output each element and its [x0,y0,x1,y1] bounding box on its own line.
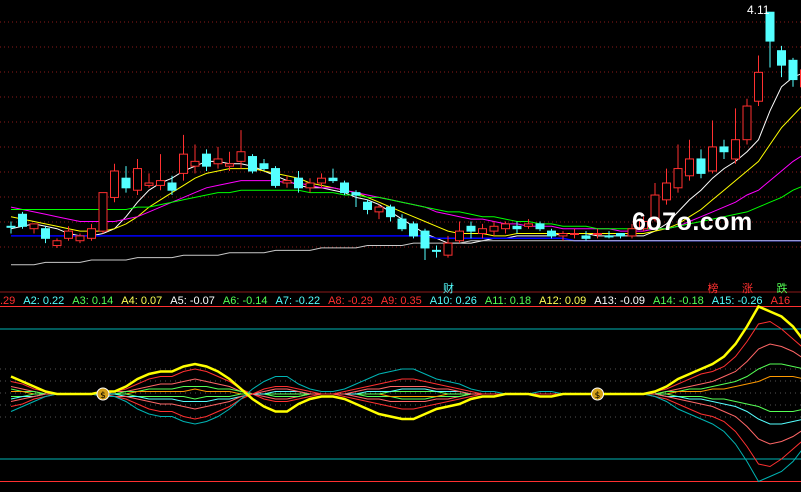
candle [616,233,625,237]
candle [236,151,246,162]
candle [708,146,717,172]
candle [696,158,706,174]
candle [455,230,464,242]
indicator-line [10,304,801,421]
legend-item-a3: A3: 0.14 [72,295,114,307]
legend-item-a16: A16 [770,295,791,307]
candle [558,233,568,237]
candle [6,225,16,228]
indicator-line [10,368,801,483]
candle [110,170,119,198]
indicator-tag: 跌 [776,282,788,295]
legend-item-a13: A13: -0.09 [594,295,646,307]
indicator-line [10,378,801,468]
candle [547,230,556,237]
candle [167,182,177,191]
candle [202,153,211,167]
candle [420,230,430,249]
money-bag-label: $ [595,391,601,401]
legend-item-a6: A6: -0.14 [222,295,268,307]
candle [179,153,188,174]
candle [282,180,292,184]
candle [512,225,522,230]
high-price-label: 4.11 [747,3,770,17]
candle [570,233,579,236]
candle [294,177,303,189]
candle [52,240,62,247]
ma-line [11,240,801,266]
candle [340,182,349,194]
legend-item-a5: A5: -0.07 [170,295,215,307]
candle [317,177,326,184]
candle [443,242,453,256]
candle [685,158,694,177]
candle [673,168,683,189]
candle [259,163,269,170]
candle [75,235,85,242]
candle [604,235,614,238]
candle [777,50,786,66]
candle [662,182,671,201]
legend-item-a2: A2: 0.22 [23,295,65,307]
candle [41,228,50,239]
candle [593,233,602,236]
candle [351,192,361,196]
indicator-line [10,320,801,410]
indicator-tag: 涨 [742,282,753,295]
candle [489,225,499,232]
candle [29,223,39,230]
candle [788,59,798,81]
candle [386,206,395,218]
watermark-text: 6o7o.com [632,208,753,236]
legend-item-a1: .29 [0,295,16,307]
candle [156,180,165,186]
candle [535,223,545,230]
legend-item-a8: A8: -0.29 [328,295,373,307]
candle [478,228,487,235]
candle [409,223,418,237]
indicator-tag: 榜 [707,282,719,295]
candle [213,158,223,165]
candle [328,177,338,182]
candle [87,228,96,239]
candle [190,160,200,167]
candle [466,225,476,232]
candle [98,192,108,232]
candle [524,223,533,227]
candle [271,168,280,186]
chart-canvas: $ $ [0,11,801,483]
indicator-legend: .29 A2: 0.22 A3: 0.14 A4: 0.07 A5: -0.07 A6: … [0,295,801,311]
candle [742,105,752,141]
candle [731,139,740,160]
candle [501,223,510,230]
candle [305,182,315,189]
candle [121,177,131,189]
candle [581,235,591,239]
candle [719,146,729,153]
legend-item-a4: A4: 0.07 [121,295,163,307]
candle [363,201,372,210]
legend-item-a15: A15: -0.26 [711,295,763,307]
legend-item-a7: A7: -0.22 [275,295,321,307]
legend-item-a11: A11: 0.18 [484,295,532,307]
candle [225,163,234,167]
candle [397,218,407,230]
candle [754,71,763,102]
legend-item-a10: A10: 0.26 [429,295,477,307]
legend-item-a14: A14: -0.18 [653,295,704,307]
candle [248,156,257,172]
indicator-tag: 财 [443,282,454,295]
candle [64,230,73,239]
candle [18,213,27,227]
candle [133,168,142,191]
legend-item-a9: A9: 0.35 [380,295,422,307]
candle [374,206,384,213]
candle [144,182,154,186]
candle [432,249,441,252]
legend-item-a12: A12: 0.09 [539,295,587,307]
money-bag-label: $ [100,391,106,401]
